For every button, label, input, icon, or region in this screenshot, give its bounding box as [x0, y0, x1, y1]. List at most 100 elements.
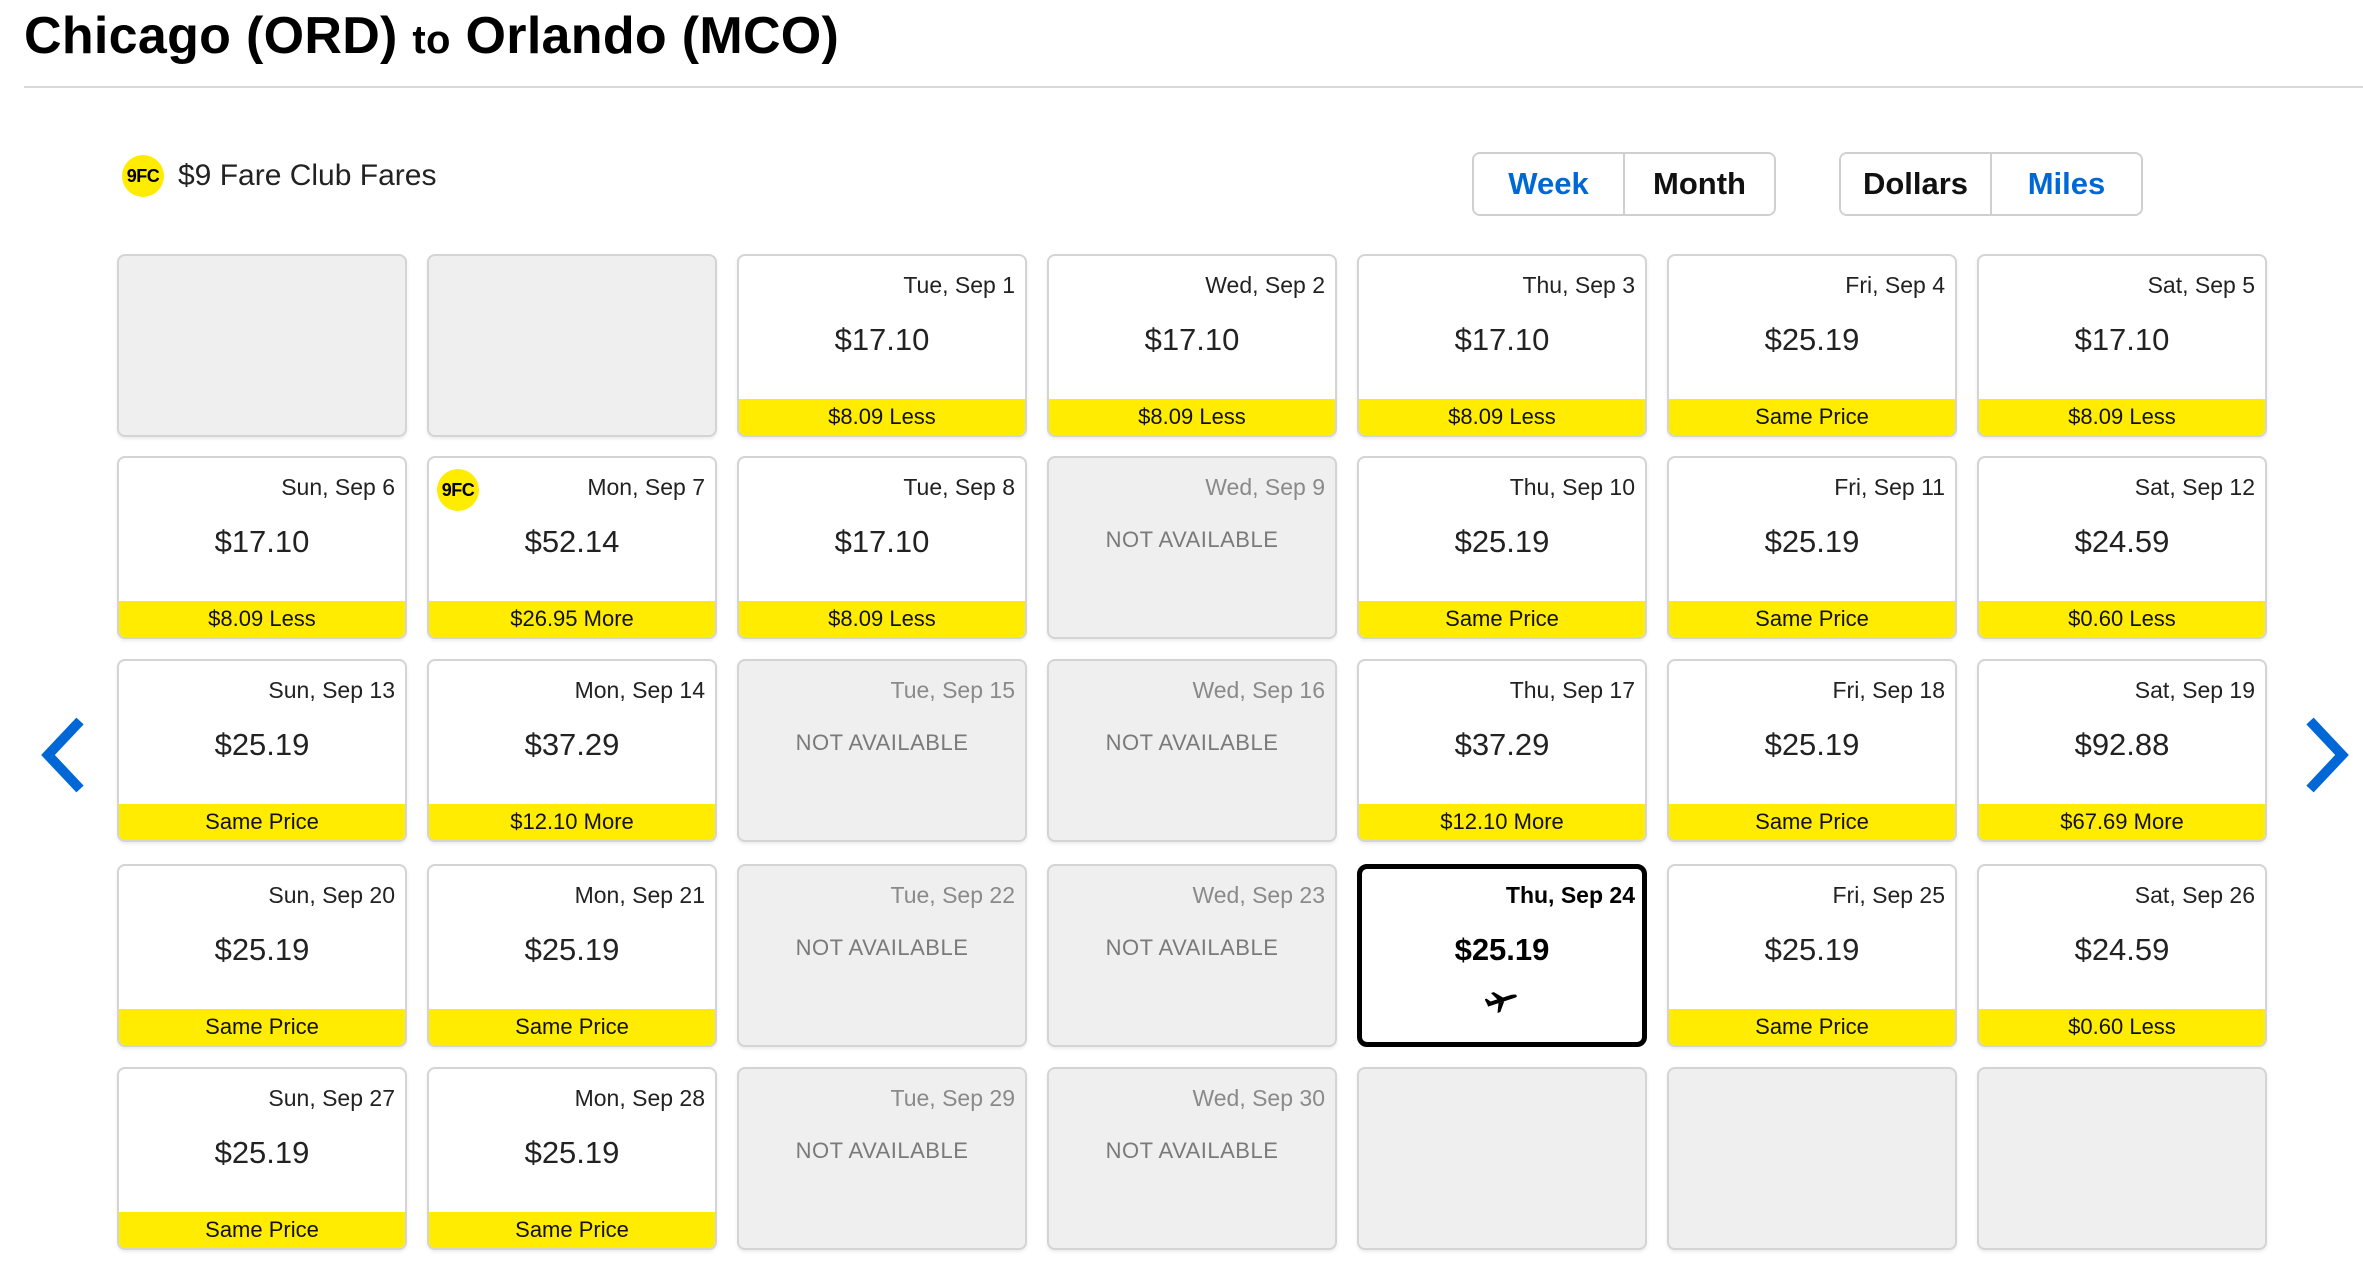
calendar-day[interactable]: Sat, Sep 5 $17.10 $8.09 Less — [1977, 254, 2267, 437]
fare-club-badge-icon: 9FC — [437, 469, 479, 511]
calendar-day[interactable]: Fri, Sep 25 $25.19 Same Price — [1667, 864, 1957, 1047]
calendar-day[interactable]: Sun, Sep 6 $17.10 $8.09 Less — [117, 456, 407, 639]
calendar-day[interactable]: Sun, Sep 13 $25.19 Same Price — [117, 659, 407, 842]
page-title: Chicago (ORD) to Orlando (MCO) — [24, 4, 839, 72]
calendar-day[interactable]: Sat, Sep 26 $24.59 $0.60 Less — [1977, 864, 2267, 1047]
calendar-day[interactable]: Sun, Sep 27 $25.19 Same Price — [117, 1067, 407, 1250]
destination-city: Orlando (MCO) — [465, 7, 840, 65]
previous-month-button[interactable] — [38, 715, 88, 795]
price-difference-badge: $26.95 More — [429, 601, 715, 637]
calendar-empty-cell — [427, 254, 717, 437]
price-difference-badge: Same Price — [1669, 1009, 1955, 1045]
day-price: $25.19 — [214, 1135, 310, 1170]
calendar-empty-cell — [117, 254, 407, 437]
price-difference-badge: $12.10 More — [1359, 804, 1645, 840]
price-difference-badge: Same Price — [119, 1212, 405, 1248]
calendar-empty-cell — [1977, 1067, 2267, 1250]
day-date: Tue, Sep 1 — [903, 272, 1015, 298]
price-difference-badge: Same Price — [1669, 601, 1955, 637]
calendar-day-unavailable: Tue, Sep 29 NOT AVAILABLE — [737, 1067, 1027, 1250]
day-price: $17.10 — [2074, 322, 2170, 357]
calendar-day[interactable]: Fri, Sep 11 $25.19 Same Price — [1667, 456, 1957, 639]
price-difference-badge: $0.60 Less — [1979, 1009, 2265, 1045]
day-date: Thu, Sep 17 — [1509, 677, 1635, 703]
calendar-day[interactable]: Mon, Sep 14 $37.29 $12.10 More — [427, 659, 717, 842]
day-price: $17.10 — [214, 524, 310, 559]
day-date: Mon, Sep 21 — [574, 882, 705, 908]
dollars-button[interactable]: Dollars — [1841, 154, 1990, 214]
day-price: $17.10 — [1454, 322, 1550, 357]
day-date: Tue, Sep 15 — [890, 677, 1015, 703]
fare-club-legend: 9FC $9 Fare Club Fares — [122, 154, 436, 198]
day-date: Fri, Sep 25 — [1832, 882, 1946, 908]
calendar-day[interactable]: Sun, Sep 20 $25.19 Same Price — [117, 864, 407, 1047]
day-date: Wed, Sep 23 — [1192, 882, 1325, 908]
day-date: Mon, Sep 7 — [587, 474, 705, 500]
month-view-button[interactable]: Month — [1623, 154, 1774, 214]
header-divider — [24, 86, 2363, 88]
calendar-day[interactable]: Wed, Sep 2 $17.10 $8.09 Less — [1047, 254, 1337, 437]
week-view-button[interactable]: Week — [1474, 154, 1623, 214]
price-difference-badge: Same Price — [429, 1212, 715, 1248]
price-difference-badge: $8.09 Less — [1049, 399, 1335, 435]
price-difference-badge: Same Price — [429, 1009, 715, 1045]
price-difference-badge: Same Price — [1669, 399, 1955, 435]
price-difference-badge: Same Price — [119, 1009, 405, 1045]
day-date: Sat, Sep 26 — [2134, 882, 2255, 908]
day-date: Thu, Sep 10 — [1509, 474, 1635, 500]
day-price: $92.88 — [2074, 727, 2170, 762]
calendar-day[interactable]: Fri, Sep 18 $25.19 Same Price — [1667, 659, 1957, 842]
calendar-day[interactable]: Thu, Sep 10 $25.19 Same Price — [1357, 456, 1647, 639]
not-available-label: NOT AVAILABLE — [1105, 935, 1279, 960]
price-difference-badge: $8.09 Less — [739, 399, 1025, 435]
calendar-day-unavailable: Wed, Sep 9 NOT AVAILABLE — [1047, 456, 1337, 639]
chevron-right-icon — [2306, 717, 2349, 793]
calendar-day[interactable]: Thu, Sep 17 $37.29 $12.10 More — [1357, 659, 1647, 842]
not-available-label: NOT AVAILABLE — [795, 1138, 969, 1163]
calendar-day[interactable]: Tue, Sep 1 $17.10 $8.09 Less — [737, 254, 1027, 437]
day-date: Mon, Sep 14 — [574, 677, 705, 703]
price-difference-badge: $8.09 Less — [119, 601, 405, 637]
day-price: $25.19 — [524, 1135, 620, 1170]
next-month-button[interactable] — [2302, 715, 2352, 795]
day-price: $52.14 — [524, 524, 620, 559]
calendar-day-unavailable: Tue, Sep 15 NOT AVAILABLE — [737, 659, 1027, 842]
day-price: $25.19 — [214, 727, 310, 762]
day-date: Sun, Sep 27 — [268, 1085, 395, 1111]
miles-button[interactable]: Miles — [1990, 154, 2141, 214]
day-date: Thu, Sep 24 — [1505, 882, 1635, 908]
calendar-day[interactable]: Tue, Sep 8 $17.10 $8.09 Less — [737, 456, 1027, 639]
calendar-day-unavailable: Wed, Sep 23 NOT AVAILABLE — [1047, 864, 1337, 1047]
calendar-day[interactable]: Mon, Sep 28 $25.19 Same Price — [427, 1067, 717, 1250]
price-difference-badge: $12.10 More — [429, 804, 715, 840]
calendar-day[interactable]: Thu, Sep 3 $17.10 $8.09 Less — [1357, 254, 1647, 437]
not-available-label: NOT AVAILABLE — [1105, 1138, 1279, 1163]
calendar-day[interactable]: Mon, Sep 21 $25.19 Same Price — [427, 864, 717, 1047]
day-price: $24.59 — [2074, 932, 2170, 967]
day-date: Sat, Sep 5 — [2147, 272, 2255, 298]
day-date: Sat, Sep 12 — [2134, 474, 2255, 500]
day-price: $17.10 — [834, 322, 930, 357]
price-difference-badge: $67.69 More — [1979, 804, 2265, 840]
price-difference-badge: $8.09 Less — [739, 601, 1025, 637]
day-price: $25.19 — [1764, 524, 1860, 559]
not-available-label: NOT AVAILABLE — [1105, 730, 1279, 755]
day-price: $37.29 — [1454, 727, 1550, 762]
calendar-day[interactable]: 9FC Mon, Sep 7 $52.14 $26.95 More — [427, 456, 717, 639]
day-price: $37.29 — [524, 727, 620, 762]
fare-club-legend-label: $9 Fare Club Fares — [178, 159, 437, 192]
price-difference-badge: Same Price — [119, 804, 405, 840]
calendar-day-selected[interactable]: Thu, Sep 24 $25.19 — [1357, 864, 1647, 1047]
day-date: Tue, Sep 22 — [890, 882, 1015, 908]
calendar-day[interactable]: Fri, Sep 4 $25.19 Same Price — [1667, 254, 1957, 437]
origin-city: Chicago (ORD) — [24, 7, 398, 65]
calendar-day[interactable]: Sat, Sep 12 $24.59 $0.60 Less — [1977, 456, 2267, 639]
calendar-day[interactable]: Sat, Sep 19 $92.88 $67.69 More — [1977, 659, 2267, 842]
day-price: $25.19 — [1454, 932, 1550, 967]
day-date: Wed, Sep 30 — [1192, 1085, 1325, 1111]
not-available-label: NOT AVAILABLE — [795, 730, 969, 755]
calendar-empty-cell — [1667, 1067, 1957, 1250]
calendar-day-unavailable: Wed, Sep 30 NOT AVAILABLE — [1047, 1067, 1337, 1250]
day-date: Wed, Sep 16 — [1192, 677, 1325, 703]
price-difference-badge: $8.09 Less — [1359, 399, 1645, 435]
